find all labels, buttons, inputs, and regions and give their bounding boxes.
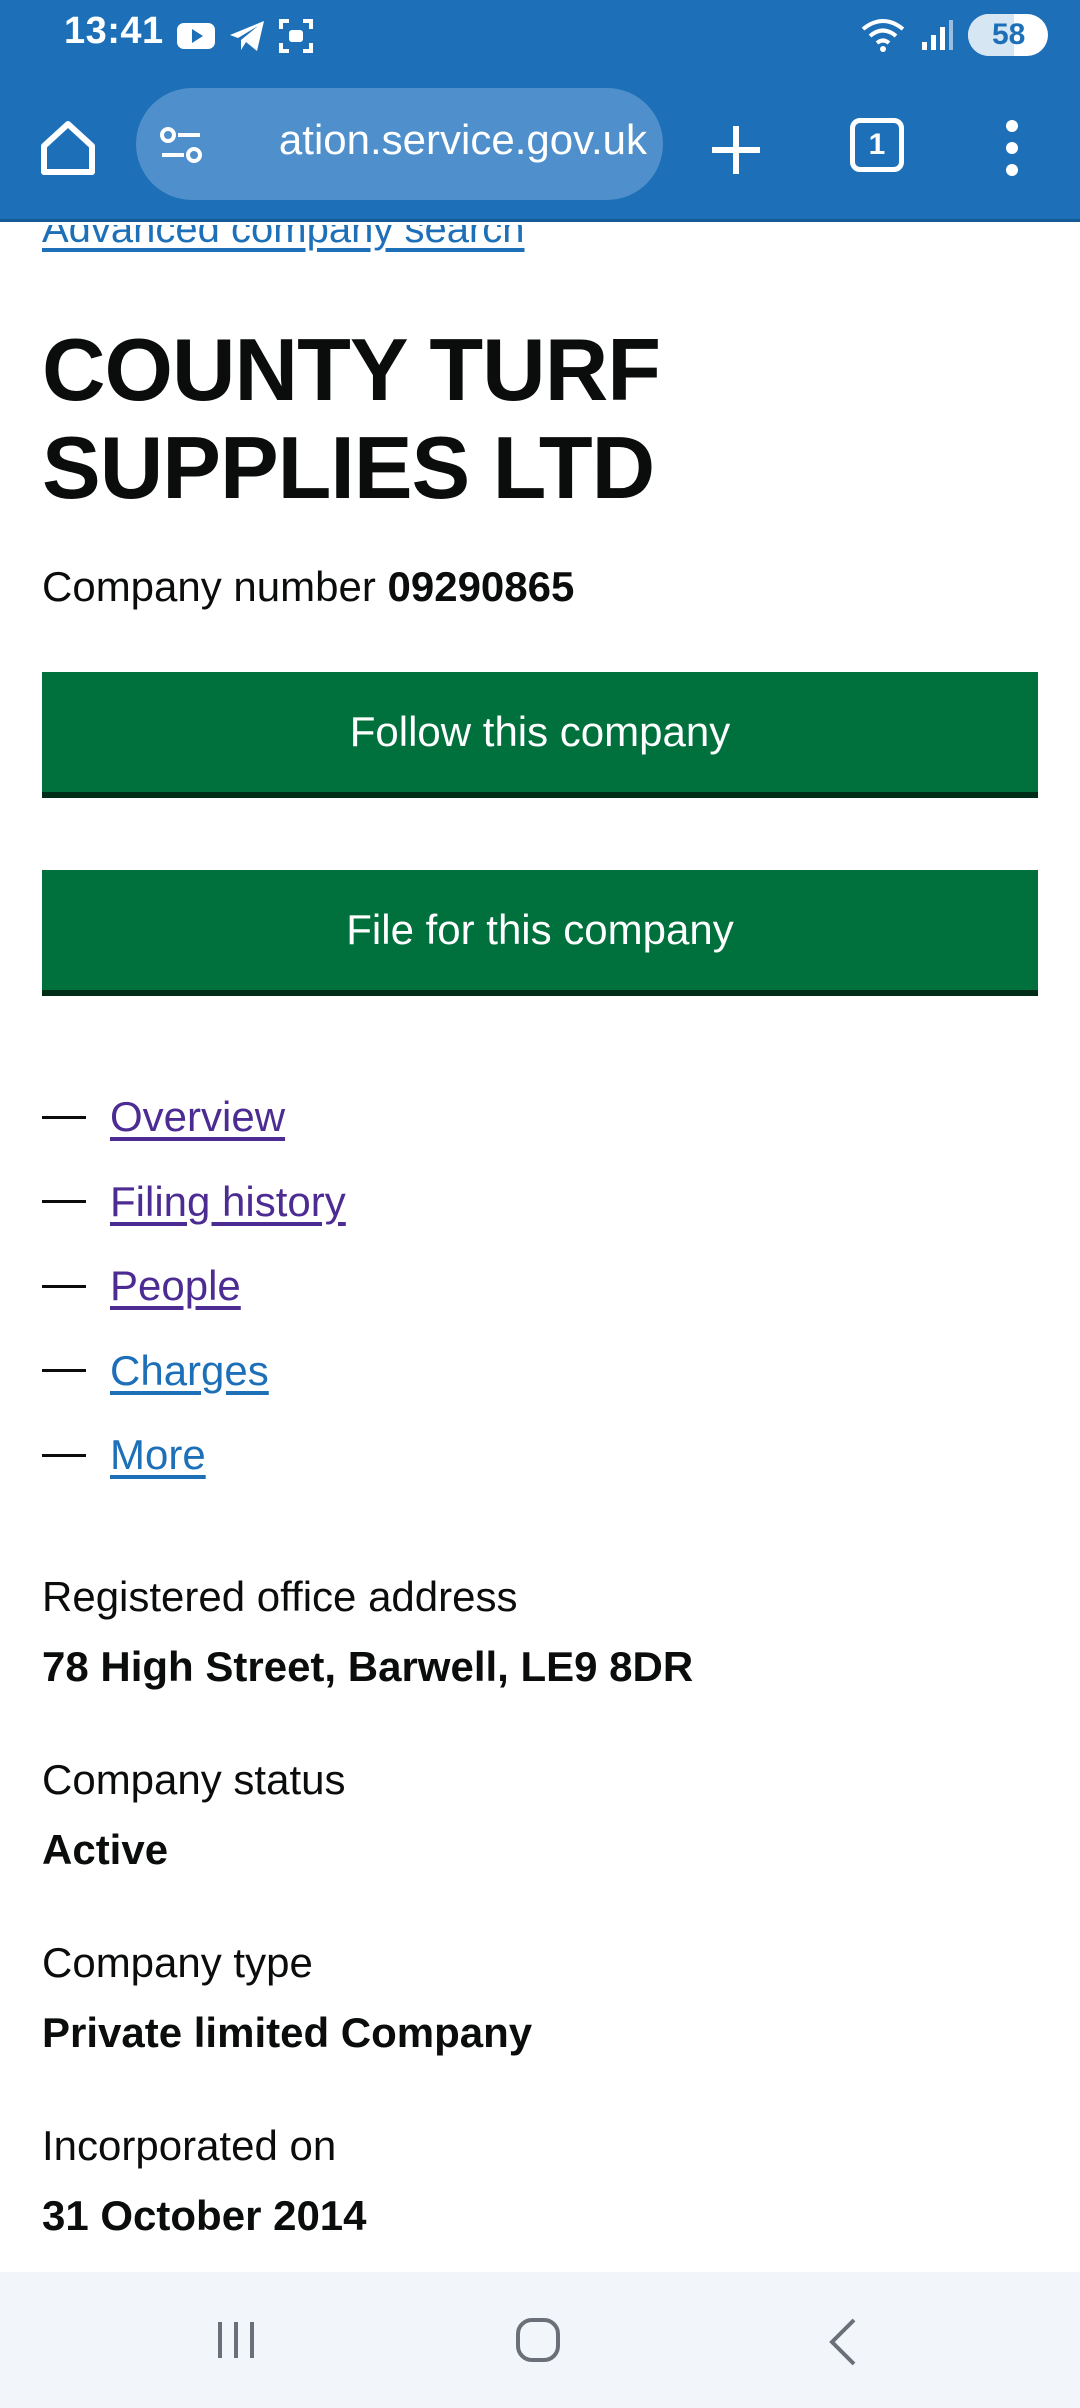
subnav-item-charges: Charges xyxy=(42,1329,346,1414)
charges-link[interactable]: Charges xyxy=(110,1347,269,1395)
signal-icon xyxy=(922,20,953,50)
subnav-item-people: People xyxy=(42,1244,346,1329)
company-status: Company status Active xyxy=(42,1754,345,1876)
people-link[interactable]: People xyxy=(110,1262,241,1310)
page-content: Advanced company search COUNTY TURF SUPP… xyxy=(0,225,1080,2272)
incorporated-on: Incorporated on 31 October 2014 xyxy=(42,2120,367,2242)
company-number-value: 09290865 xyxy=(387,563,575,610)
dash-marker xyxy=(42,1115,86,1119)
screenshot-icon xyxy=(279,19,313,53)
new-tab-icon[interactable] xyxy=(708,122,764,178)
tab-count: 1 xyxy=(868,128,886,161)
address-bar[interactable]: ation.service.gov.uk xyxy=(136,88,663,200)
dash-marker xyxy=(42,1284,86,1288)
status-time: 13:41 xyxy=(64,10,164,52)
battery-indicator: 58 xyxy=(968,14,1048,56)
system-nav-bar xyxy=(0,2272,1080,2408)
dash-marker xyxy=(42,1369,86,1373)
company-name-heading: COUNTY TURF SUPPLIES LTD xyxy=(42,320,661,517)
file-for-company-button[interactable]: File for this company xyxy=(42,870,1038,990)
tab-switcher-button[interactable]: 1 xyxy=(850,118,904,172)
follow-company-button[interactable]: Follow this company xyxy=(42,672,1038,792)
wifi-icon xyxy=(861,19,905,52)
notification-icons xyxy=(176,18,314,54)
recent-apps-icon[interactable] xyxy=(212,2316,260,2364)
back-icon[interactable] xyxy=(822,2316,862,2368)
browser-toolbar: ation.service.gov.uk 1 xyxy=(0,72,1080,222)
company-number-label: Company number xyxy=(42,563,376,610)
filing-history-link[interactable]: Filing history xyxy=(110,1178,346,1226)
url-text[interactable]: ation.service.gov.uk xyxy=(222,116,647,164)
type-value: Private limited Company xyxy=(42,2009,533,2056)
more-link[interactable]: More xyxy=(110,1431,206,1479)
subnav-item-more: More xyxy=(42,1413,346,1498)
address-value: 78 High Street, Barwell, LE9 8DR xyxy=(42,1643,694,1690)
incorporated-value: 31 October 2014 xyxy=(42,2192,367,2239)
battery-level: 58 xyxy=(992,18,1026,51)
type-label: Company type xyxy=(42,1939,313,1986)
telegram-icon xyxy=(230,21,264,51)
subnav-item-overview: Overview xyxy=(42,1075,346,1160)
home-nav-icon[interactable] xyxy=(514,2314,562,2366)
overview-link[interactable]: Overview xyxy=(110,1093,285,1141)
address-label: Registered office address xyxy=(42,1573,518,1620)
site-settings-icon[interactable] xyxy=(158,122,204,168)
incorporated-label: Incorporated on xyxy=(42,2122,337,2169)
status-value: Active xyxy=(42,1826,169,1873)
youtube-icon xyxy=(177,23,215,49)
advanced-search-link[interactable]: Advanced company search xyxy=(42,225,525,252)
home-icon[interactable] xyxy=(36,116,100,180)
company-number: Company number 09290865 xyxy=(42,563,574,611)
company-type: Company type Private limited Company xyxy=(42,1937,532,2059)
company-subnav: Overview Filing history People Charges M… xyxy=(42,1075,346,1498)
system-icons: 58 xyxy=(860,14,1048,56)
status-bar: 13:41 58 xyxy=(0,0,1080,72)
status-label: Company status xyxy=(42,1756,346,1803)
registered-office-address: Registered office address 78 High Street… xyxy=(42,1571,693,1693)
dash-marker xyxy=(42,1200,86,1204)
more-options-icon[interactable] xyxy=(990,116,1034,180)
subnav-item-filing-history: Filing history xyxy=(42,1160,346,1245)
dash-marker xyxy=(42,1453,86,1457)
